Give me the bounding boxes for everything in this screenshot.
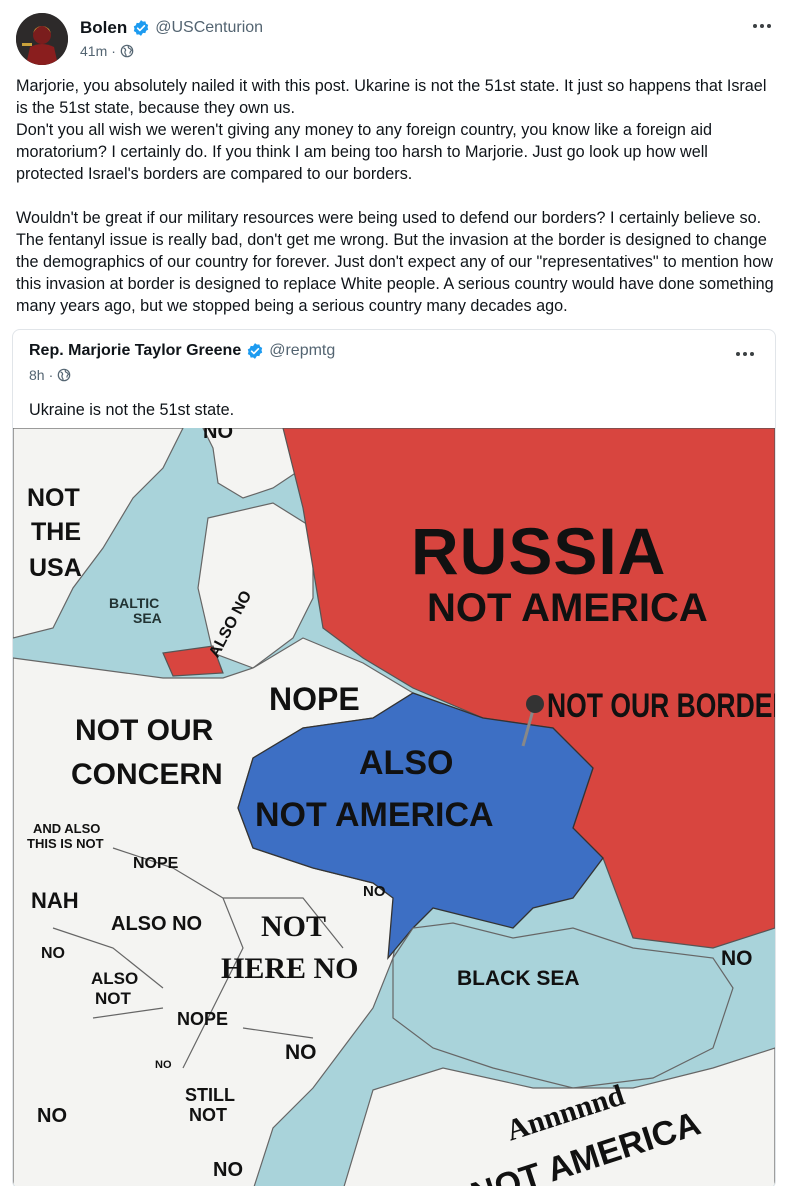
map-label: NOT AMERICA — [255, 796, 494, 834]
map-label: NO — [155, 1059, 172, 1071]
map-label: NO — [203, 428, 233, 443]
map-label: USA — [29, 554, 82, 582]
quoted-more-options-button[interactable] — [733, 344, 757, 364]
author-handle[interactable]: @USCenturion — [155, 19, 263, 37]
map-label: ALSO — [359, 744, 454, 782]
quoted-author-handle[interactable]: @repmtg — [269, 342, 335, 360]
quoted-author-row: Rep. Marjorie Taylor Greene @repmtg — [29, 342, 335, 360]
author-name[interactable]: Bolen — [80, 18, 127, 38]
post-header: Bolen @USCenturion 41m · — [16, 10, 776, 66]
globe-icon — [120, 44, 134, 58]
map-label: HERE NO — [221, 952, 359, 985]
quoted-text: Ukraine is not the 51st state. — [29, 401, 235, 419]
globe-icon — [57, 368, 71, 382]
map-label: NOPE — [177, 1009, 229, 1029]
map-label: NOPE — [269, 681, 360, 717]
map-label: ALSO NO — [111, 913, 203, 935]
map-label: NO — [721, 947, 753, 970]
quoted-post[interactable]: Rep. Marjorie Taylor Greene @repmtg 8h ·… — [12, 329, 776, 1186]
more-dot — [736, 352, 740, 356]
quoted-author-name[interactable]: Rep. Marjorie Taylor Greene — [29, 342, 241, 360]
more-dot — [760, 24, 764, 28]
quoted-meta: 8h · — [29, 367, 71, 383]
map-label: BALTIC — [109, 595, 160, 611]
map-label: NOT — [27, 484, 80, 512]
more-dot — [753, 24, 757, 28]
map-label: NOT — [261, 910, 327, 943]
map-image[interactable]: NO NOT THE USA BALTIC SEA ALSO NO RUSSIA… — [13, 428, 775, 1186]
map-label: AND ALSO — [33, 821, 101, 836]
post-time[interactable]: 41m — [80, 43, 107, 59]
map-pin-icon — [526, 695, 544, 713]
map-label: NAH — [31, 888, 79, 913]
tweet-post: Bolen @USCenturion 41m · Marjorie, you a… — [0, 0, 787, 1186]
post-body: Marjorie, you absolutely nailed it with … — [16, 75, 774, 317]
post-meta: 41m · — [80, 43, 134, 59]
verified-badge-icon — [248, 343, 263, 359]
meta-separator: · — [111, 43, 116, 59]
map-label: NOT — [189, 1105, 227, 1125]
quoted-time[interactable]: 8h — [29, 367, 45, 383]
map-label: SEA — [133, 610, 162, 626]
map-label: NO — [213, 1159, 243, 1181]
map-label: STILL — [185, 1085, 235, 1105]
post-paragraph: Marjorie, you absolutely nailed it with … — [16, 77, 767, 183]
map-label: NOT OUR — [75, 714, 214, 747]
map-label: CONCERN — [71, 758, 223, 791]
avatar[interactable] — [16, 13, 68, 65]
map-label: THIS IS NOT — [27, 836, 104, 851]
more-options-button[interactable] — [750, 16, 774, 36]
post-paragraph: Wouldn't be great if our military resour… — [16, 209, 774, 315]
more-dot — [750, 352, 754, 356]
verified-badge-icon — [134, 20, 149, 36]
more-dot — [767, 24, 771, 28]
meta-separator: · — [48, 367, 54, 383]
map-label: THE — [31, 518, 81, 546]
map-label: NO — [363, 883, 386, 900]
map-label: NOPE — [133, 855, 179, 872]
map-label: NO — [37, 1105, 67, 1127]
author-row: Bolen @USCenturion — [80, 18, 263, 38]
more-dot — [743, 352, 747, 356]
map-label: NO — [285, 1041, 317, 1064]
map-label: ALSO — [91, 969, 139, 988]
map-label: NOT — [95, 989, 131, 1008]
map-label: NOT AMERICA — [427, 586, 708, 630]
map-label: RUSSIA — [411, 514, 667, 588]
map-label: BLACK SEA — [457, 967, 580, 990]
avatar-image-icon — [16, 13, 68, 65]
map-label: NOT OUR BORDER — [547, 687, 775, 725]
map-label: NO — [41, 945, 65, 962]
